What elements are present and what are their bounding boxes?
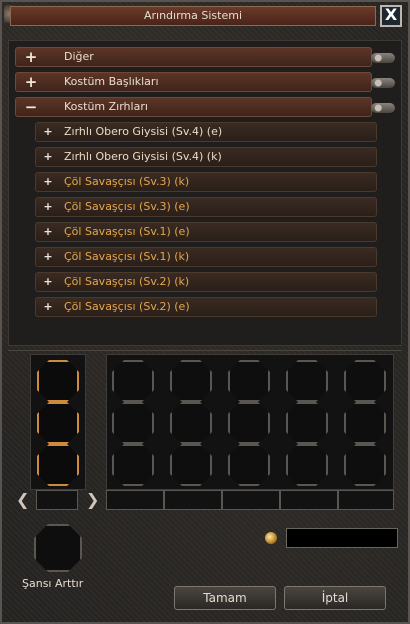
expand-icon: + [43,250,53,263]
list-item-label: Çöl Savaşçısı (Sv.3) (e) [64,200,190,213]
list-item-label: Çöl Savaşçısı (Sv.1) (k) [64,250,190,263]
category-label: Kostüm Zırhları [64,100,148,113]
source-slot[interactable] [37,444,79,486]
collapse-icon: − [24,98,38,116]
list-item[interactable]: + Zırhlı Obero Giysisi (Sv.4) (e) [35,122,377,142]
expand-icon: + [43,275,53,288]
result-count-box [164,490,222,510]
category-label: Diğer [64,50,94,63]
window-title[interactable]: Arındırma Sistemi [10,6,376,26]
source-slot[interactable] [37,402,79,444]
expand-icon: + [43,200,53,213]
prev-arrow-icon[interactable]: ❮ [16,492,29,508]
result-count-box [338,490,394,510]
close-button[interactable]: X [380,5,402,27]
list-item[interactable]: + Çöl Savaşçısı (Sv.2) (k) [35,272,377,292]
result-count-box [280,490,338,510]
chance-boost-slot[interactable] [34,524,82,572]
amount-field[interactable] [286,528,398,548]
expand-icon: + [43,125,53,138]
list-item[interactable]: + Zırhlı Obero Giysisi (Sv.4) (k) [35,147,377,167]
result-slot[interactable] [228,444,270,486]
result-slot[interactable] [170,444,212,486]
list-item-label: Çöl Savaşçısı (Sv.3) (k) [64,175,190,188]
list-item[interactable]: + Çöl Savaşçısı (Sv.1) (k) [35,247,377,267]
gem-icon [265,532,277,544]
result-count-box [106,490,164,510]
pin-icon [371,78,395,88]
category-label: Kostüm Başlıkları [64,75,159,88]
result-slot[interactable] [286,444,328,486]
result-slot[interactable] [228,360,270,402]
divider [8,350,402,351]
result-slot[interactable] [286,360,328,402]
expand-icon: + [43,150,53,163]
list-item-label: Zırhlı Obero Giysisi (Sv.4) (k) [64,150,222,163]
source-slot[interactable] [37,360,79,402]
list-item[interactable]: + Çöl Savaşçısı (Sv.2) (e) [35,297,377,317]
result-slot[interactable] [170,402,212,444]
result-slot[interactable] [344,402,386,444]
list-item[interactable]: + Çöl Savaşçısı (Sv.1) (e) [35,222,377,242]
list-item-label: Zırhlı Obero Giysisi (Sv.4) (e) [64,125,223,138]
expand-icon: + [24,48,38,66]
list-item-label: Çöl Savaşçısı (Sv.2) (k) [64,275,190,288]
expand-icon: + [24,73,38,91]
ok-button[interactable]: Tamam [174,586,276,610]
item-list: + Diğer + Kostüm Başlıkları − Kostüm Zır… [8,40,402,346]
pin-icon [371,103,395,113]
result-slot[interactable] [112,402,154,444]
result-slot[interactable] [344,444,386,486]
result-slot[interactable] [112,360,154,402]
refine-window: Arındırma Sistemi X + Diğer + Kostüm Baş… [0,0,410,624]
expand-icon: + [43,300,53,313]
result-count-box [222,490,280,510]
category-other[interactable]: + Diğer [15,47,372,67]
cancel-button[interactable]: İptal [284,586,386,610]
result-slot[interactable] [286,402,328,444]
list-item[interactable]: + Çöl Savaşçısı (Sv.3) (k) [35,172,377,192]
list-item-label: Çöl Savaşçısı (Sv.2) (e) [64,300,190,313]
result-slot[interactable] [170,360,212,402]
next-arrow-icon[interactable]: ❯ [86,492,99,508]
result-slot[interactable] [228,402,270,444]
category-costume-headgear[interactable]: + Kostüm Başlıkları [15,72,372,92]
chance-boost-label: Şansı Arttır [22,577,84,590]
result-slot[interactable] [112,444,154,486]
list-item-label: Çöl Savaşçısı (Sv.1) (e) [64,225,190,238]
expand-icon: + [43,225,53,238]
category-costume-armor[interactable]: − Kostüm Zırhları [15,97,372,117]
list-item[interactable]: + Çöl Savaşçısı (Sv.3) (e) [35,197,377,217]
expand-icon: + [43,175,53,188]
result-slot[interactable] [344,360,386,402]
pin-icon [371,53,395,63]
source-count-box [36,490,78,510]
